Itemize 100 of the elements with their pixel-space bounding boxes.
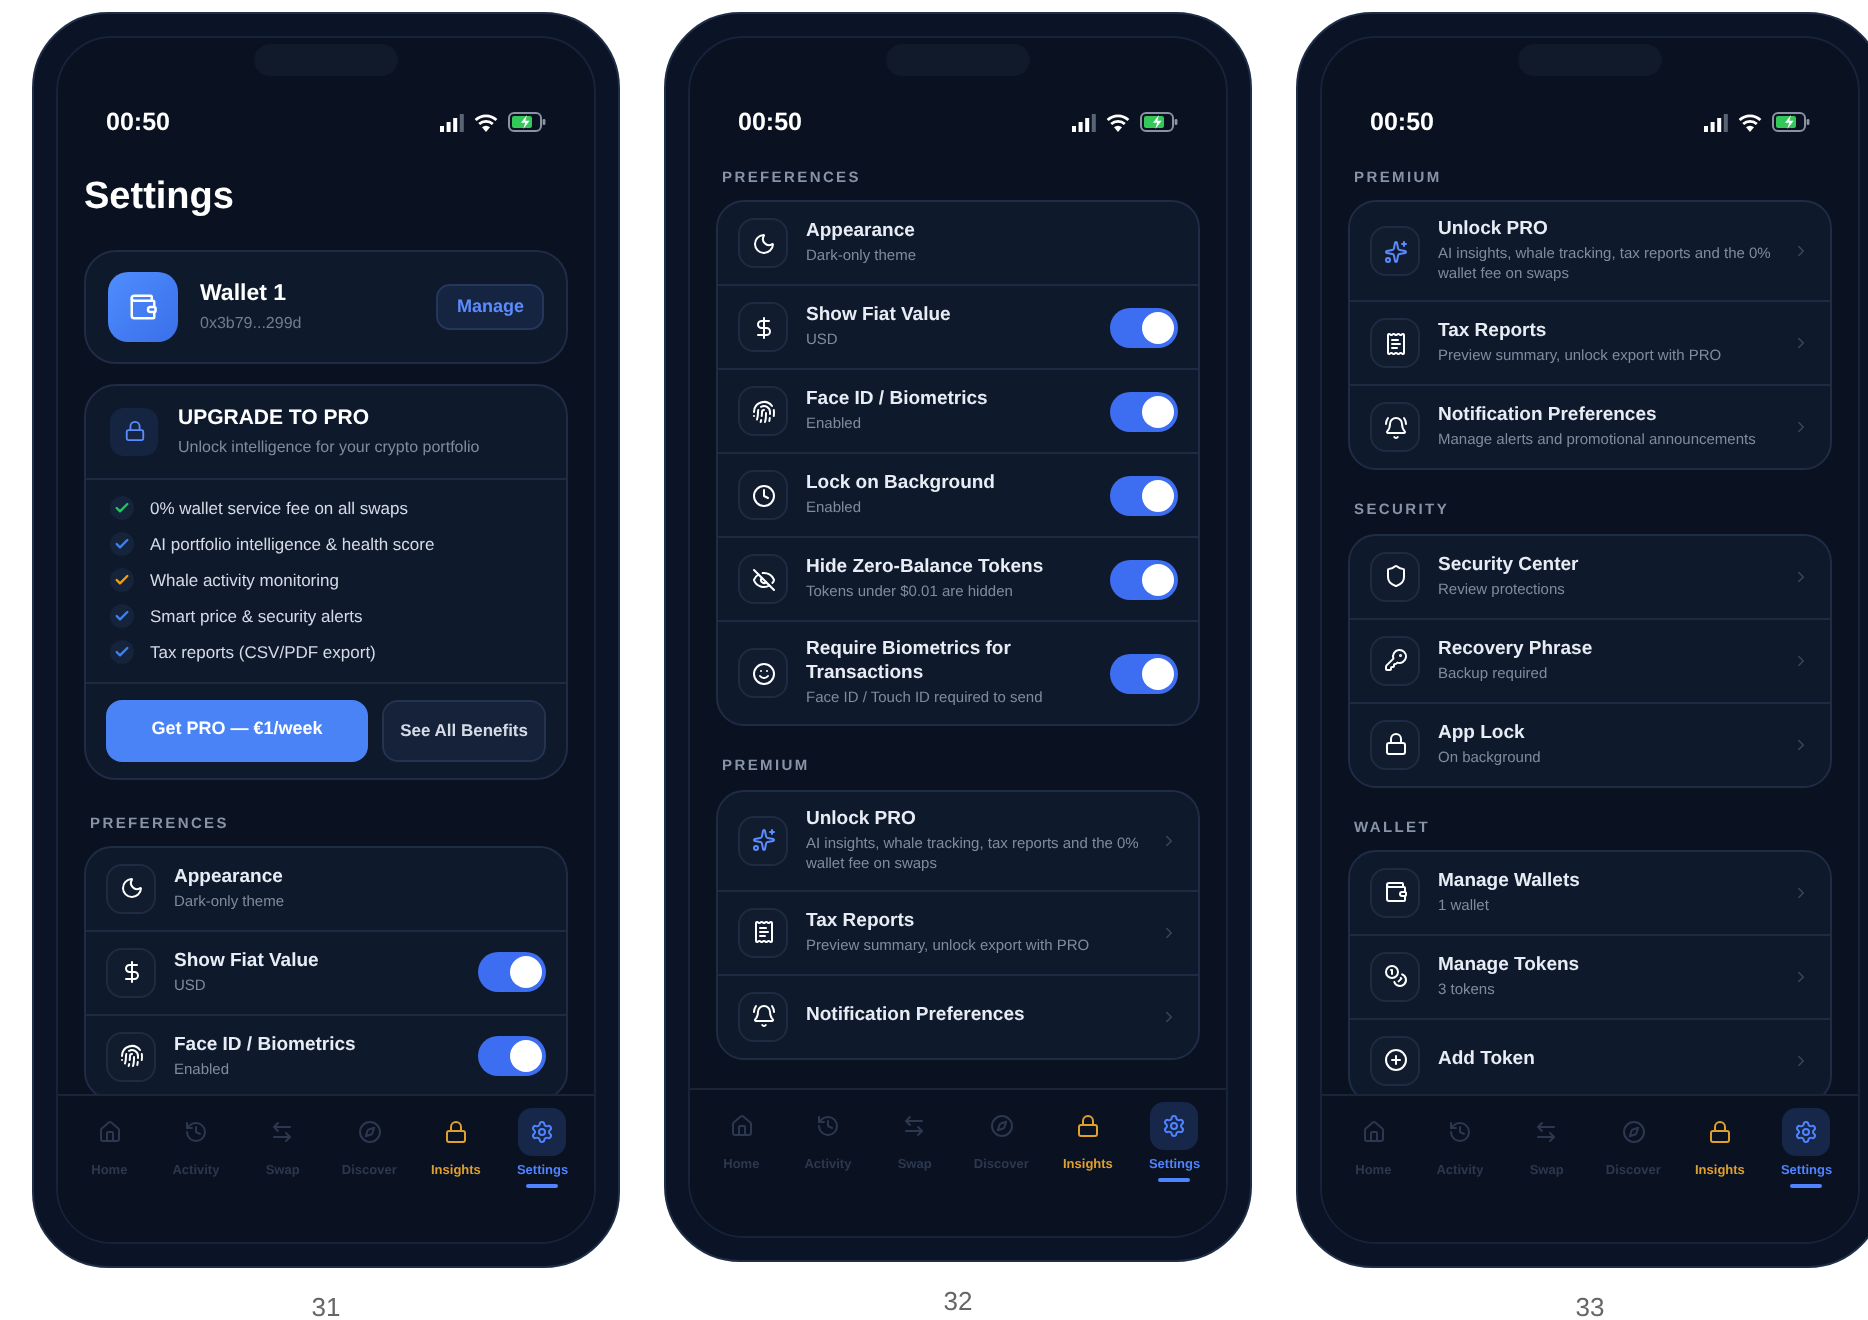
wallet-icon <box>108 272 178 342</box>
setting-title: Hide Zero-Balance Tokens <box>806 556 1046 581</box>
chevron-icon <box>1792 242 1810 261</box>
setting-title: Require Biometrics for Transactions <box>806 638 1013 687</box>
active-indicator <box>1790 1184 1823 1188</box>
home-icon <box>97 1120 122 1144</box>
toggle-switch[interactable] <box>1110 307 1178 348</box>
feature-text: Tax reports (CSV/PDF export) <box>150 639 376 666</box>
chevron-icon <box>1792 735 1810 753</box>
bell-icon <box>738 991 788 1041</box>
wallet-name: Wallet 1 <box>200 279 289 310</box>
signal-icon <box>1704 113 1728 131</box>
wallet-icon <box>1370 867 1420 918</box>
history-icon <box>1447 1120 1472 1144</box>
face-icon <box>738 648 788 699</box>
history-icon <box>815 1113 840 1137</box>
toggle-switch[interactable] <box>1110 475 1178 516</box>
feature-text: Smart price & security alerts <box>150 603 363 630</box>
fingerprint-icon <box>738 386 788 437</box>
feature-text: Whale activity monitoring <box>150 567 339 594</box>
wallet-address: 0x3b79...299d <box>200 312 304 337</box>
lock-icon <box>110 407 158 456</box>
battery-charging-icon <box>1772 112 1810 132</box>
toggle-switch[interactable] <box>478 952 546 993</box>
chevron-icon <box>1792 967 1810 986</box>
battery-charging-icon <box>1140 112 1178 132</box>
setting-title[interactable]: Manage Tokens <box>1438 953 1774 978</box>
compass-icon <box>989 1113 1014 1137</box>
toggle-switch[interactable] <box>1110 653 1178 694</box>
dollar-icon <box>738 302 788 353</box>
wifi-icon <box>1738 113 1762 131</box>
screen-number: 33 <box>1575 1290 1605 1320</box>
setting-title: Show Fiat Value <box>174 949 321 974</box>
settings-icon <box>1794 1120 1819 1144</box>
setting-title[interactable]: Recovery Phrase <box>1438 637 1774 661</box>
shield-icon <box>1370 551 1420 601</box>
setting-title[interactable]: Tax Reports <box>806 909 1142 933</box>
status-time: 00:50 <box>1370 105 1434 140</box>
setting-title: Face ID / Biometrics <box>806 388 990 413</box>
setting-title[interactable]: Unlock PRO <box>1438 218 1774 243</box>
toggle-switch[interactable] <box>1110 391 1178 432</box>
setting-title[interactable]: Add Token <box>1438 1048 1774 1073</box>
home-icon <box>729 1113 754 1137</box>
lock-icon <box>1075 1113 1100 1137</box>
chevron-icon <box>1160 831 1178 849</box>
page-title: Settings <box>84 174 236 222</box>
sparkles-icon <box>738 815 788 865</box>
benefits-button[interactable]: See All Benefits <box>382 699 546 761</box>
setting-title[interactable]: Notification Preferences <box>1438 404 1774 429</box>
receipt-icon <box>738 907 788 957</box>
toggle-switch[interactable] <box>478 1036 546 1077</box>
arrows-icon <box>1534 1120 1559 1144</box>
setting-title: Show Fiat Value <box>806 304 953 329</box>
settings-icon <box>1162 1113 1187 1137</box>
history-icon <box>183 1120 208 1144</box>
setting-title[interactable]: Tax Reports <box>1438 320 1774 345</box>
compass-icon <box>357 1120 382 1144</box>
get-pro-button[interactable]: Get PRO — €1/week <box>106 699 369 761</box>
eye-off-icon <box>738 554 788 605</box>
setting-title: Appearance <box>806 220 917 245</box>
sparkles-icon <box>1370 226 1420 277</box>
chevron-icon <box>1160 1007 1178 1025</box>
lock-icon <box>1370 719 1420 769</box>
setting-title[interactable]: Unlock PRO <box>806 807 1142 831</box>
toggle-switch[interactable] <box>1110 559 1178 600</box>
receipt-icon <box>1370 318 1420 369</box>
setting-title: Appearance <box>174 865 285 890</box>
lock-icon <box>1707 1120 1732 1144</box>
bell-icon <box>1370 402 1420 453</box>
fingerprint-icon <box>106 1031 156 1082</box>
setting-title[interactable]: Security Center <box>1438 553 1774 577</box>
coins-icon <box>1370 951 1420 1002</box>
signal-icon <box>440 113 464 131</box>
chevron-icon <box>1792 334 1810 353</box>
active-indicator <box>1158 1177 1191 1181</box>
dollar-icon <box>106 947 156 998</box>
screen-number: 32 <box>943 1283 973 1319</box>
arrows-icon <box>270 1120 295 1144</box>
battery-charging-icon <box>508 112 546 132</box>
signal-icon <box>1072 113 1096 131</box>
active-indicator <box>526 1184 559 1188</box>
arrows-icon <box>902 1113 927 1137</box>
compass-icon <box>1621 1120 1646 1144</box>
feature-text: 0% wallet service fee on all swaps <box>150 495 408 522</box>
chevron-icon <box>1792 1051 1810 1070</box>
setting-title[interactable]: Manage Wallets <box>1438 869 1774 894</box>
wifi-icon <box>1106 113 1130 131</box>
status-time: 00:50 <box>738 105 802 140</box>
setting-title[interactable]: App Lock <box>1438 721 1774 745</box>
setting-title[interactable]: Notification Preferences <box>806 1004 1142 1028</box>
moon-icon <box>738 218 788 269</box>
feature-text: AI portfolio intelligence & health score <box>150 531 435 558</box>
manage-button[interactable]: Manage <box>436 283 544 331</box>
clock-icon <box>738 470 788 521</box>
key-icon <box>1370 635 1420 685</box>
chevron-icon <box>1792 651 1810 669</box>
chevron-icon <box>1160 923 1178 941</box>
wifi-icon <box>474 113 498 131</box>
chevron-icon <box>1792 883 1810 902</box>
setting-title: Face ID / Biometrics <box>174 1033 358 1058</box>
